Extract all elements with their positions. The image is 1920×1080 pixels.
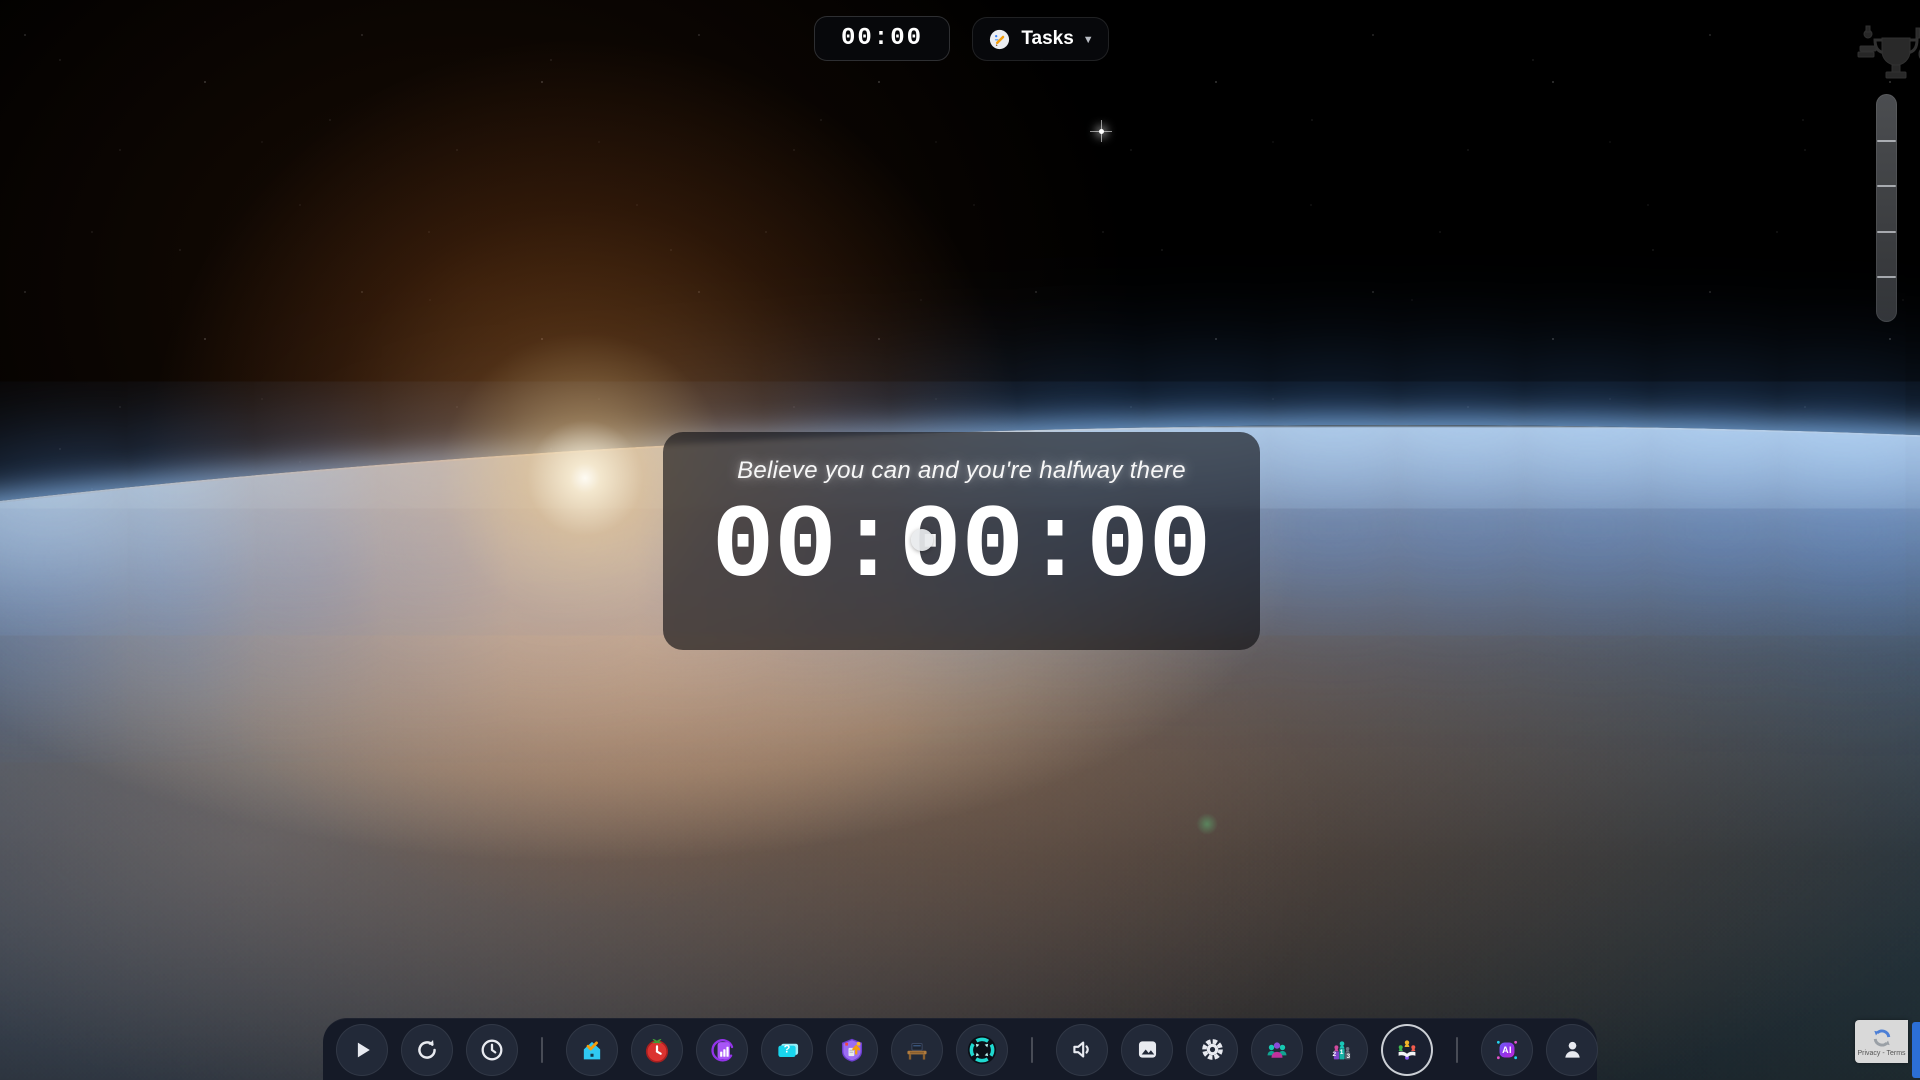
recaptcha-badge[interactable]: Privacy - Terms <box>1855 1020 1908 1063</box>
slider-tick <box>1877 276 1896 278</box>
speaker-icon <box>1069 1036 1096 1063</box>
stats-button[interactable] <box>696 1024 748 1076</box>
slider-tick <box>1877 231 1896 233</box>
question-card-icon <box>773 1036 801 1064</box>
person-icon <box>1559 1036 1586 1063</box>
home-check-icon <box>578 1036 606 1064</box>
timer-display[interactable]: 00:00:00 <box>712 489 1211 607</box>
recaptcha-icon <box>1871 1027 1893 1049</box>
lens-flare <box>1196 813 1218 835</box>
memo-pencil-ball-icon <box>987 27 1012 52</box>
flashcards-button[interactable]: ? <box>761 1024 813 1076</box>
slider-tick <box>1877 140 1896 142</box>
play-icon <box>349 1037 375 1063</box>
tasks-button[interactable]: Tasks ▼ <box>972 17 1109 61</box>
ai-assistant-button[interactable]: AI <box>1481 1024 1533 1076</box>
desk-icon <box>903 1036 931 1064</box>
timer-mode-button[interactable] <box>466 1024 518 1076</box>
focus-ring-icon <box>966 1034 998 1066</box>
quote-text: Believe you can and you're halfway there <box>737 457 1186 485</box>
shield-upgrade-icon <box>838 1036 866 1064</box>
recaptcha-strip <box>1912 1022 1920 1078</box>
ai-icon <box>1493 1036 1521 1064</box>
side-slider[interactable] <box>1876 94 1897 322</box>
bright-star <box>1099 129 1104 134</box>
toolbar: ? <box>323 1018 1597 1080</box>
premium-button[interactable] <box>826 1024 878 1076</box>
home-button[interactable] <box>566 1024 618 1076</box>
mini-timer-pill[interactable]: 00:00 <box>814 16 950 61</box>
image-icon <box>1134 1036 1161 1063</box>
rooms-button[interactable] <box>1251 1024 1303 1076</box>
mini-timer-value: 00:00 <box>841 25 923 52</box>
people-group-icon <box>1263 1036 1291 1064</box>
chevron-down-icon: ▼ <box>1083 34 1094 46</box>
recaptcha-label: Privacy - Terms <box>1857 1050 1905 1057</box>
toolbar-divider <box>1456 1037 1458 1063</box>
cursor-dot <box>911 529 933 551</box>
restart-icon <box>414 1037 440 1063</box>
background-button[interactable] <box>1121 1024 1173 1076</box>
sound-button[interactable] <box>1056 1024 1108 1076</box>
tomato-timer-icon <box>643 1036 671 1064</box>
toolbar-divider <box>541 1037 543 1063</box>
toolbar-divider <box>1031 1037 1033 1063</box>
play-button[interactable] <box>336 1024 388 1076</box>
restart-button[interactable] <box>401 1024 453 1076</box>
workspace-button[interactable] <box>891 1024 943 1076</box>
gear-icon <box>1199 1036 1226 1063</box>
clock-icon <box>479 1037 505 1063</box>
bar-chart-progress-icon <box>708 1036 736 1064</box>
tasks-label: Tasks <box>1021 28 1073 50</box>
slider-tick <box>1877 185 1896 187</box>
focus-card: Believe you can and you're halfway there… <box>663 432 1260 650</box>
open-book-people-icon <box>1393 1036 1421 1064</box>
study-group-button[interactable] <box>1381 1024 1433 1076</box>
profile-button[interactable] <box>1546 1024 1598 1076</box>
settings-button[interactable] <box>1186 1024 1238 1076</box>
podium-icon <box>1328 1036 1356 1064</box>
pomodoro-button[interactable] <box>631 1024 683 1076</box>
leaderboard-button[interactable]: 2 1 3 <box>1316 1024 1368 1076</box>
focus-mode-button[interactable] <box>956 1024 1008 1076</box>
